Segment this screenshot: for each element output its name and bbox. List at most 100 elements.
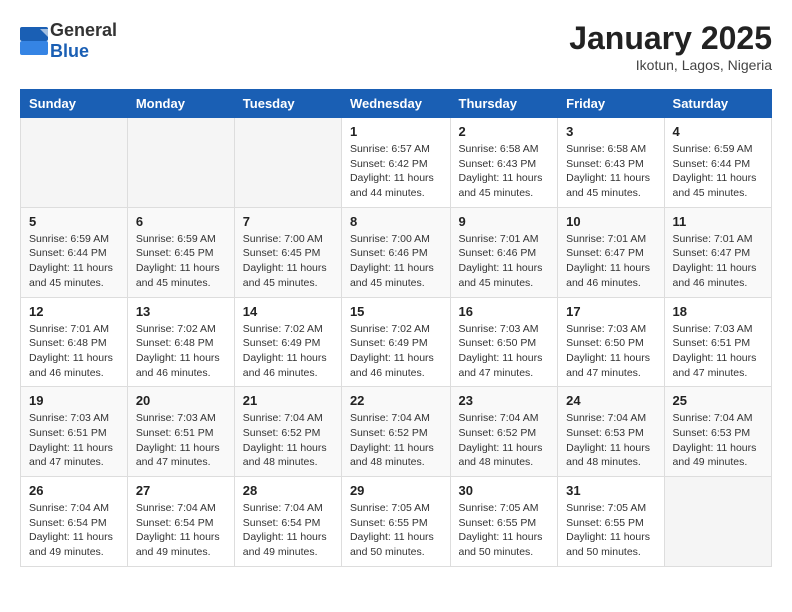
page-header: General Blue January 2025 Ikotun, Lagos,…: [20, 20, 772, 73]
week-row-5: 26Sunrise: 7:04 AM Sunset: 6:54 PM Dayli…: [21, 477, 772, 567]
day-number: 24: [566, 393, 655, 408]
day-number: 18: [673, 304, 763, 319]
week-row-1: 1 Sunrise: 6:57 AM Sunset: 6:42 PM Daylig…: [21, 118, 772, 208]
day-info: Sunrise: 7:03 AM Sunset: 6:51 PM Dayligh…: [29, 411, 119, 470]
day-number: 2: [459, 124, 550, 139]
calendar-cell: 2 Sunrise: 6:58 AM Sunset: 6:43 PM Daylig…: [450, 118, 558, 208]
day-number: 12: [29, 304, 119, 319]
calendar-cell: 19 Sunrise: 7:03 AM Sunset: 6:51 PM Dayli…: [21, 387, 128, 477]
calendar-cell: [664, 477, 771, 567]
calendar-cell: [234, 118, 341, 208]
day-info: Sunrise: 6:59 AM Sunset: 6:44 PM Dayligh…: [673, 142, 763, 201]
week-row-2: 5 Sunrise: 6:59 AM Sunset: 6:44 PM Daylig…: [21, 207, 772, 297]
calendar-cell: [127, 118, 234, 208]
calendar-cell: 26Sunrise: 7:04 AM Sunset: 6:54 PM Dayli…: [21, 477, 128, 567]
day-number: 6: [136, 214, 226, 229]
calendar-cell: 28 Sunrise: 7:04 AM Sunset: 6:54 PM Dayli…: [234, 477, 341, 567]
day-number: 21: [243, 393, 333, 408]
calendar-cell: 3 Sunrise: 6:58 AM Sunset: 6:43 PM Daylig…: [558, 118, 664, 208]
logo-icon: [20, 27, 48, 55]
weekday-header-sunday: Sunday: [21, 90, 128, 118]
day-info: Sunrise: 7:04 AM Sunset: 6:53 PM Dayligh…: [566, 411, 655, 470]
day-number: 15: [350, 304, 442, 319]
logo: General Blue: [20, 20, 117, 62]
calendar-cell: 22Sunrise: 7:04 AM Sunset: 6:52 PM Dayli…: [341, 387, 450, 477]
calendar-cell: 11 Sunrise: 7:01 AM Sunset: 6:47 PM Dayli…: [664, 207, 771, 297]
calendar-cell: 13Sunrise: 7:02 AM Sunset: 6:48 PM Dayli…: [127, 297, 234, 387]
calendar-cell: 17Sunrise: 7:03 AM Sunset: 6:50 PM Dayli…: [558, 297, 664, 387]
calendar-cell: 30Sunrise: 7:05 AM Sunset: 6:55 PM Dayli…: [450, 477, 558, 567]
day-number: 8: [350, 214, 442, 229]
day-number: 10: [566, 214, 655, 229]
calendar-cell: 25 Sunrise: 7:04 AM Sunset: 6:53 PM Dayli…: [664, 387, 771, 477]
day-info: Sunrise: 7:05 AM Sunset: 6:55 PM Dayligh…: [350, 501, 442, 560]
calendar-cell: 10 Sunrise: 7:01 AM Sunset: 6:47 PM Dayli…: [558, 207, 664, 297]
day-info: Sunrise: 7:04 AM Sunset: 6:53 PM Dayligh…: [673, 411, 763, 470]
day-number: 9: [459, 214, 550, 229]
day-number: 19: [29, 393, 119, 408]
day-number: 20: [136, 393, 226, 408]
day-info: Sunrise: 7:02 AM Sunset: 6:48 PM Dayligh…: [136, 322, 226, 381]
day-info: Sunrise: 7:03 AM Sunset: 6:50 PM Dayligh…: [459, 322, 550, 381]
calendar-cell: 5 Sunrise: 6:59 AM Sunset: 6:44 PM Daylig…: [21, 207, 128, 297]
day-info: Sunrise: 7:03 AM Sunset: 6:51 PM Dayligh…: [673, 322, 763, 381]
day-info: Sunrise: 7:02 AM Sunset: 6:49 PM Dayligh…: [243, 322, 333, 381]
title-section: January 2025 Ikotun, Lagos, Nigeria: [569, 20, 772, 73]
day-number: 30: [459, 483, 550, 498]
weekday-header-thursday: Thursday: [450, 90, 558, 118]
day-info: Sunrise: 7:04 AM Sunset: 6:52 PM Dayligh…: [350, 411, 442, 470]
calendar-cell: 18 Sunrise: 7:03 AM Sunset: 6:51 PM Dayli…: [664, 297, 771, 387]
calendar-cell: 15 Sunrise: 7:02 AM Sunset: 6:49 PM Dayli…: [341, 297, 450, 387]
day-number: 25: [673, 393, 763, 408]
calendar-cell: 8 Sunrise: 7:00 AM Sunset: 6:46 PM Daylig…: [341, 207, 450, 297]
day-number: 1: [350, 124, 442, 139]
calendar-cell: 27 Sunrise: 7:04 AM Sunset: 6:54 PM Dayli…: [127, 477, 234, 567]
day-info: Sunrise: 7:01 AM Sunset: 6:47 PM Dayligh…: [566, 232, 655, 291]
weekday-header-row: SundayMondayTuesdayWednesdayThursdayFrid…: [21, 90, 772, 118]
weekday-header-friday: Friday: [558, 90, 664, 118]
calendar-cell: 24 Sunrise: 7:04 AM Sunset: 6:53 PM Dayli…: [558, 387, 664, 477]
week-row-3: 12 Sunrise: 7:01 AM Sunset: 6:48 PM Dayli…: [21, 297, 772, 387]
day-number: 28: [243, 483, 333, 498]
logo-general: General: [50, 20, 117, 40]
calendar-cell: 7 Sunrise: 7:00 AM Sunset: 6:45 PM Daylig…: [234, 207, 341, 297]
calendar-table: SundayMondayTuesdayWednesdayThursdayFrid…: [20, 89, 772, 567]
weekday-header-wednesday: Wednesday: [341, 90, 450, 118]
day-info: Sunrise: 7:01 AM Sunset: 6:47 PM Dayligh…: [673, 232, 763, 291]
day-info: Sunrise: 7:02 AM Sunset: 6:49 PM Dayligh…: [350, 322, 442, 381]
month-year: January 2025: [569, 20, 772, 57]
calendar-cell: [21, 118, 128, 208]
day-info: Sunrise: 7:01 AM Sunset: 6:48 PM Dayligh…: [29, 322, 119, 381]
day-info: Sunrise: 6:58 AM Sunset: 6:43 PM Dayligh…: [566, 142, 655, 201]
day-info: Sunrise: 6:59 AM Sunset: 6:45 PM Dayligh…: [136, 232, 226, 291]
weekday-header-monday: Monday: [127, 90, 234, 118]
day-info: Sunrise: 7:01 AM Sunset: 6:46 PM Dayligh…: [459, 232, 550, 291]
location: Ikotun, Lagos, Nigeria: [569, 57, 772, 73]
day-info: Sunrise: 6:58 AM Sunset: 6:43 PM Dayligh…: [459, 142, 550, 201]
day-number: 5: [29, 214, 119, 229]
day-number: 27: [136, 483, 226, 498]
day-info: Sunrise: 7:00 AM Sunset: 6:46 PM Dayligh…: [350, 232, 442, 291]
day-info: Sunrise: 7:03 AM Sunset: 6:50 PM Dayligh…: [566, 322, 655, 381]
day-info: Sunrise: 7:00 AM Sunset: 6:45 PM Dayligh…: [243, 232, 333, 291]
calendar-cell: 4 Sunrise: 6:59 AM Sunset: 6:44 PM Daylig…: [664, 118, 771, 208]
day-number: 11: [673, 214, 763, 229]
day-number: 4: [673, 124, 763, 139]
day-number: 7: [243, 214, 333, 229]
day-number: 3: [566, 124, 655, 139]
calendar-cell: 20Sunrise: 7:03 AM Sunset: 6:51 PM Dayli…: [127, 387, 234, 477]
day-info: Sunrise: 7:04 AM Sunset: 6:54 PM Dayligh…: [136, 501, 226, 560]
weekday-header-saturday: Saturday: [664, 90, 771, 118]
day-info: Sunrise: 7:04 AM Sunset: 6:54 PM Dayligh…: [243, 501, 333, 560]
day-info: Sunrise: 6:59 AM Sunset: 6:44 PM Dayligh…: [29, 232, 119, 291]
day-info: Sunrise: 7:05 AM Sunset: 6:55 PM Dayligh…: [566, 501, 655, 560]
calendar-cell: 9 Sunrise: 7:01 AM Sunset: 6:46 PM Daylig…: [450, 207, 558, 297]
calendar-cell: 29Sunrise: 7:05 AM Sunset: 6:55 PM Dayli…: [341, 477, 450, 567]
calendar-cell: 1 Sunrise: 6:57 AM Sunset: 6:42 PM Daylig…: [341, 118, 450, 208]
day-number: 23: [459, 393, 550, 408]
day-info: Sunrise: 6:57 AM Sunset: 6:42 PM Dayligh…: [350, 142, 442, 201]
calendar-cell: 21Sunrise: 7:04 AM Sunset: 6:52 PM Dayli…: [234, 387, 341, 477]
day-number: 14: [243, 304, 333, 319]
week-row-4: 19 Sunrise: 7:03 AM Sunset: 6:51 PM Dayli…: [21, 387, 772, 477]
calendar-cell: 12 Sunrise: 7:01 AM Sunset: 6:48 PM Dayli…: [21, 297, 128, 387]
